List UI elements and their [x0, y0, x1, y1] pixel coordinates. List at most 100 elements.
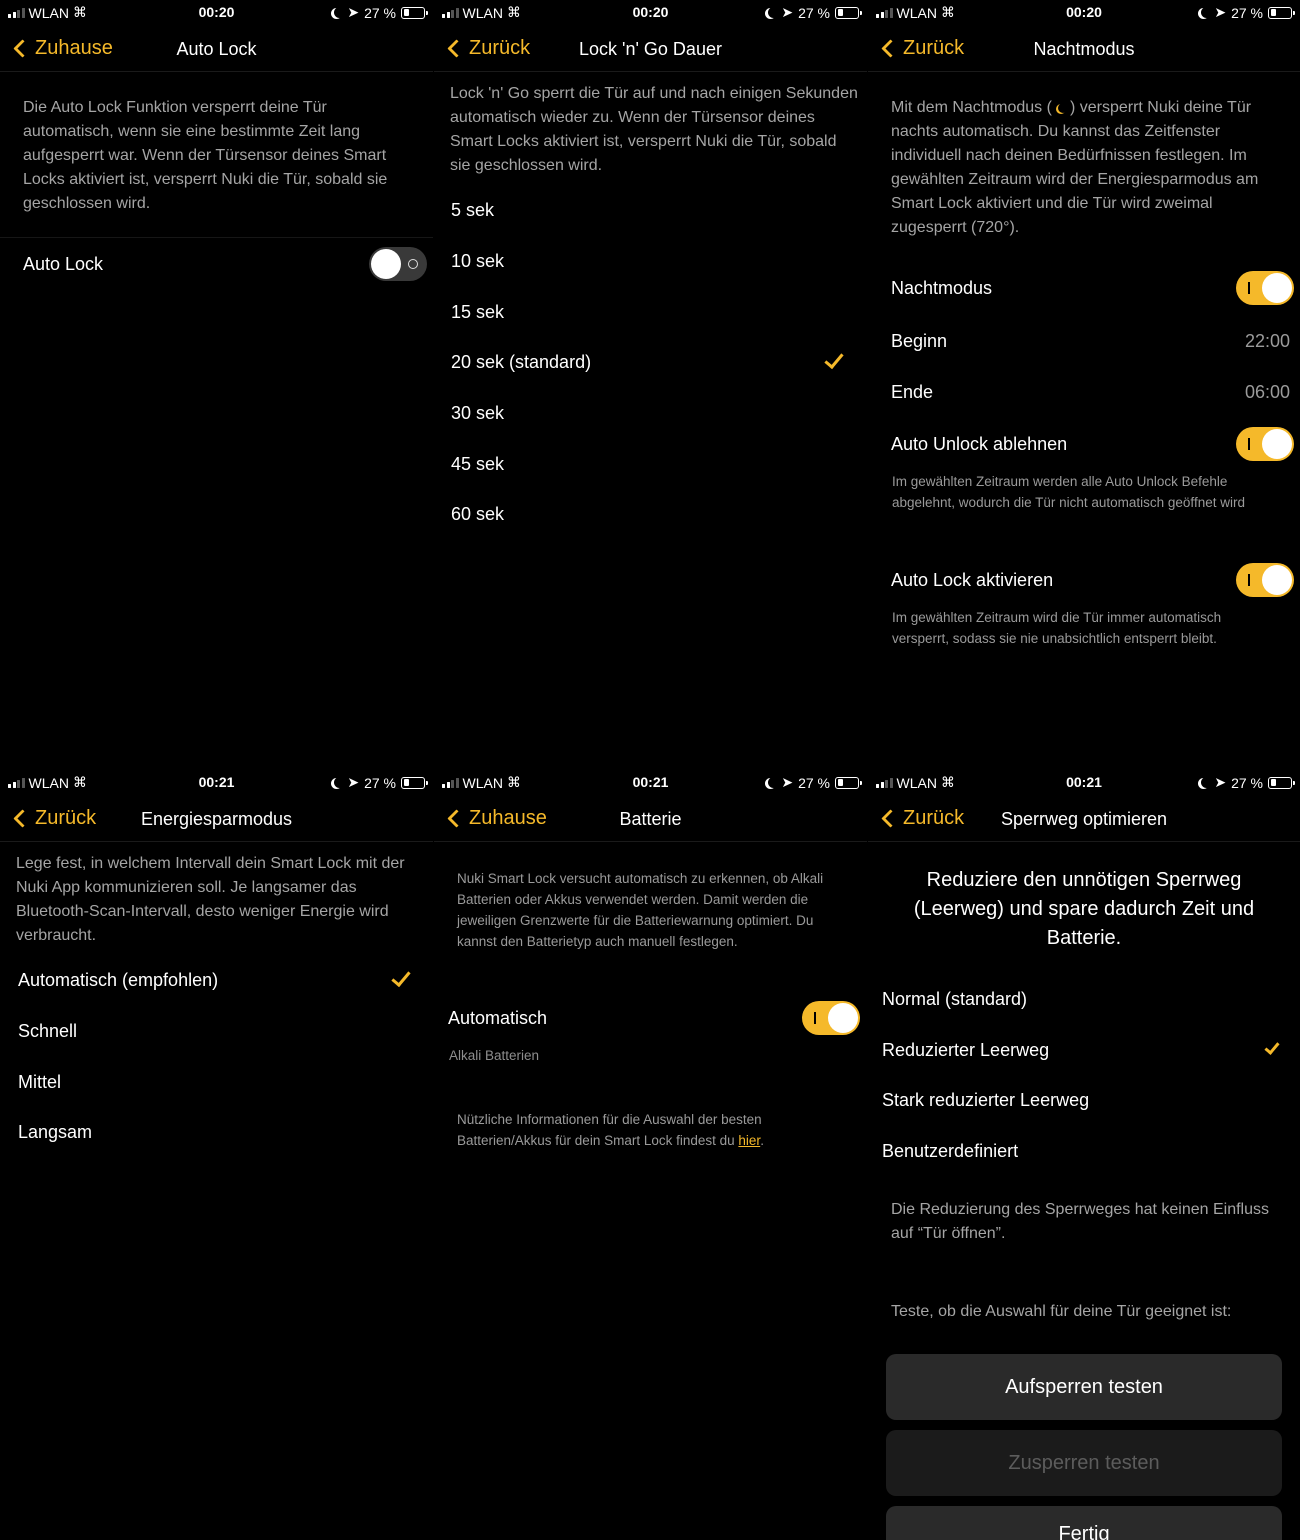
- lock-path-screen: WLAN ⌘ 00:21 ➤ 27 % Zurück Sperrweg optimi…: [868, 770, 1300, 1540]
- option-row[interactable]: Stark reduzierter Leerweg: [868, 1078, 1300, 1122]
- nav-bar: Zurück Nachtmodus: [868, 28, 1300, 72]
- moon-icon: [768, 777, 779, 788]
- location-icon: ➤: [347, 774, 360, 790]
- nightmode-label: Nachtmodus: [891, 278, 993, 298]
- battery-icon: [835, 6, 862, 19]
- option-row[interactable]: Langsam: [0, 1110, 433, 1154]
- battery-icon: [1268, 6, 1295, 19]
- description: Lege fest, in welchem Intervall dein Sma…: [16, 855, 405, 944]
- back-button[interactable]: Zurück: [10, 807, 96, 830]
- nav-bar: Zuhause Auto Lock: [0, 28, 433, 72]
- moon-icon: [334, 7, 345, 18]
- status-bar: WLAN ⌘ 00:20 ➤ 27 %: [434, 0, 867, 26]
- info-link[interactable]: hier: [738, 1133, 760, 1148]
- battery-percent: 27 %: [364, 4, 396, 21]
- back-label: Zurück: [903, 37, 965, 59]
- option-label: 60 sek: [451, 504, 505, 524]
- nav-bar: Zurück Sperrweg optimieren: [868, 798, 1300, 842]
- auto-lock-toggle[interactable]: [369, 247, 427, 281]
- detected-battery-type: Alkali Batterien: [449, 1048, 540, 1063]
- back-button[interactable]: Zurück: [878, 37, 964, 60]
- option-row[interactable]: Schnell: [0, 1009, 433, 1053]
- automatic-label: Automatisch: [448, 1008, 548, 1028]
- divider: [0, 237, 433, 238]
- option-row[interactable]: Benutzerdefiniert: [868, 1129, 1300, 1173]
- begin-value: 22:00: [1244, 331, 1290, 351]
- option-row[interactable]: 10 sek: [434, 239, 867, 283]
- option-row[interactable]: Mittel: [0, 1060, 433, 1104]
- description: Lock 'n' Go sperrt die Tür auf und nach …: [450, 85, 858, 174]
- night-mode-screen: WLAN ⌘ 00:20 ➤ 27 % Zurück Nachtmodus Mit …: [868, 0, 1300, 770]
- energy-saving-screen: WLAN ⌘ 00:21 ➤ 27 % Zurück Energiesparmodu…: [0, 770, 433, 1540]
- heading: Reduziere den unnötigen Sperrweg (Leerwe…: [913, 869, 1255, 949]
- description-start: Mit dem Nachtmodus (: [891, 99, 1052, 116]
- nav-bar: Zuhause Batterie: [434, 798, 867, 842]
- option-row[interactable]: 5 sek: [434, 188, 867, 232]
- automatic-toggle[interactable]: [802, 1001, 860, 1035]
- end-row[interactable]: Ende 06:00: [868, 370, 1300, 414]
- back-button[interactable]: Zuhause: [10, 37, 113, 60]
- option-row[interactable]: 45 sek: [434, 442, 867, 486]
- auto-unlock-note: Im gewählten Zeitraum werden alle Auto U…: [892, 474, 1245, 510]
- begin-label: Beginn: [891, 331, 948, 351]
- lock-n-go-screen: WLAN ⌘ 00:20 ➤ 27 % Zurück Lock 'n' Go Dau…: [434, 0, 867, 770]
- back-label: Zuhause: [35, 37, 113, 59]
- begin-row[interactable]: Beginn 22:00: [868, 319, 1300, 363]
- battery-percent: 27 %: [364, 774, 396, 791]
- option-row-selected[interactable]: Reduzierter Leerweg: [868, 1028, 1300, 1072]
- option-row[interactable]: Normal (standard): [868, 977, 1300, 1021]
- chevron-left-icon: [13, 809, 32, 828]
- option-label: 10 sek: [451, 251, 505, 271]
- option-row-selected[interactable]: Automatisch (empfohlen): [0, 958, 433, 1002]
- auto-lock-toggle[interactable]: [1236, 563, 1294, 597]
- nightmode-toggle[interactable]: [1236, 271, 1294, 305]
- option-row-selected[interactable]: 20 sek (standard): [434, 340, 867, 384]
- battery-percent: 27 %: [1231, 774, 1263, 791]
- lock-test-button[interactable]: Zusperren testen: [886, 1430, 1282, 1496]
- done-button[interactable]: Fertig: [886, 1506, 1282, 1540]
- battery-screen: WLAN ⌘ 00:21 ➤ 27 % Zuhause Batterie Nuki …: [434, 770, 867, 1540]
- back-button[interactable]: Zuhause: [444, 807, 547, 830]
- option-label: 5 sek: [451, 200, 495, 220]
- option-row[interactable]: 30 sek: [434, 391, 867, 435]
- auto-unlock-toggle[interactable]: [1236, 427, 1294, 461]
- battery-icon: [401, 776, 428, 789]
- note: Die Reduzierung des Sperrweges hat keine…: [891, 1201, 1269, 1242]
- option-label: Benutzerdefiniert: [882, 1141, 1019, 1161]
- unlock-test-button[interactable]: Aufsperren testen: [886, 1354, 1282, 1420]
- checkmark-icon: [1264, 1039, 1280, 1055]
- auto-lock-label: Auto Lock aktivieren: [891, 570, 1054, 590]
- status-bar: WLAN ⌘ 00:20 ➤ 27 %: [868, 0, 1300, 26]
- option-label: Schnell: [18, 1021, 78, 1041]
- status-bar: WLAN ⌘ 00:21 ➤ 27 %: [434, 770, 867, 796]
- auto-lock-label: Auto Lock: [23, 254, 104, 274]
- checkmark-icon: [824, 348, 844, 370]
- back-button[interactable]: Zurück: [878, 807, 964, 830]
- auto-lock-row: Auto Lock aktivieren: [868, 558, 1300, 602]
- option-row[interactable]: 15 sek: [434, 290, 867, 334]
- option-row[interactable]: 60 sek: [434, 492, 867, 536]
- info-end: .: [760, 1133, 764, 1148]
- auto-lock-note: Im gewählten Zeitraum wird die Tür immer…: [892, 610, 1222, 646]
- auto-unlock-label: Auto Unlock ablehnen: [891, 434, 1068, 454]
- info-text: Nützliche Informationen für die Auswahl …: [457, 1109, 842, 1151]
- option-label: 45 sek: [451, 454, 505, 474]
- back-button[interactable]: Zurück: [444, 37, 530, 60]
- status-bar: WLAN ⌘ 00:20 ➤ 27 %: [0, 0, 433, 26]
- checkmark-icon: [391, 966, 411, 988]
- moon-icon: [1201, 777, 1212, 788]
- back-label: Zurück: [35, 807, 97, 829]
- status-bar: WLAN ⌘ 00:21 ➤ 27 %: [868, 770, 1300, 796]
- description: Nuki Smart Lock versucht automatisch zu …: [457, 871, 824, 949]
- nav-bar: Zurück Energiesparmodus: [0, 798, 433, 842]
- chevron-left-icon: [447, 809, 466, 828]
- test-prompt: Teste, ob die Auswahl für deine Tür geei…: [891, 1303, 1232, 1320]
- chevron-left-icon: [881, 39, 900, 58]
- auto-lock-row: Auto Lock: [0, 242, 433, 286]
- description: Mit dem Nachtmodus () versperrt Nuki dei…: [891, 96, 1286, 240]
- location-icon: ➤: [781, 774, 794, 790]
- moon-icon: [1201, 7, 1212, 18]
- battery-icon: [1268, 776, 1295, 789]
- moon-icon: [334, 777, 345, 788]
- battery-percent: 27 %: [798, 4, 830, 21]
